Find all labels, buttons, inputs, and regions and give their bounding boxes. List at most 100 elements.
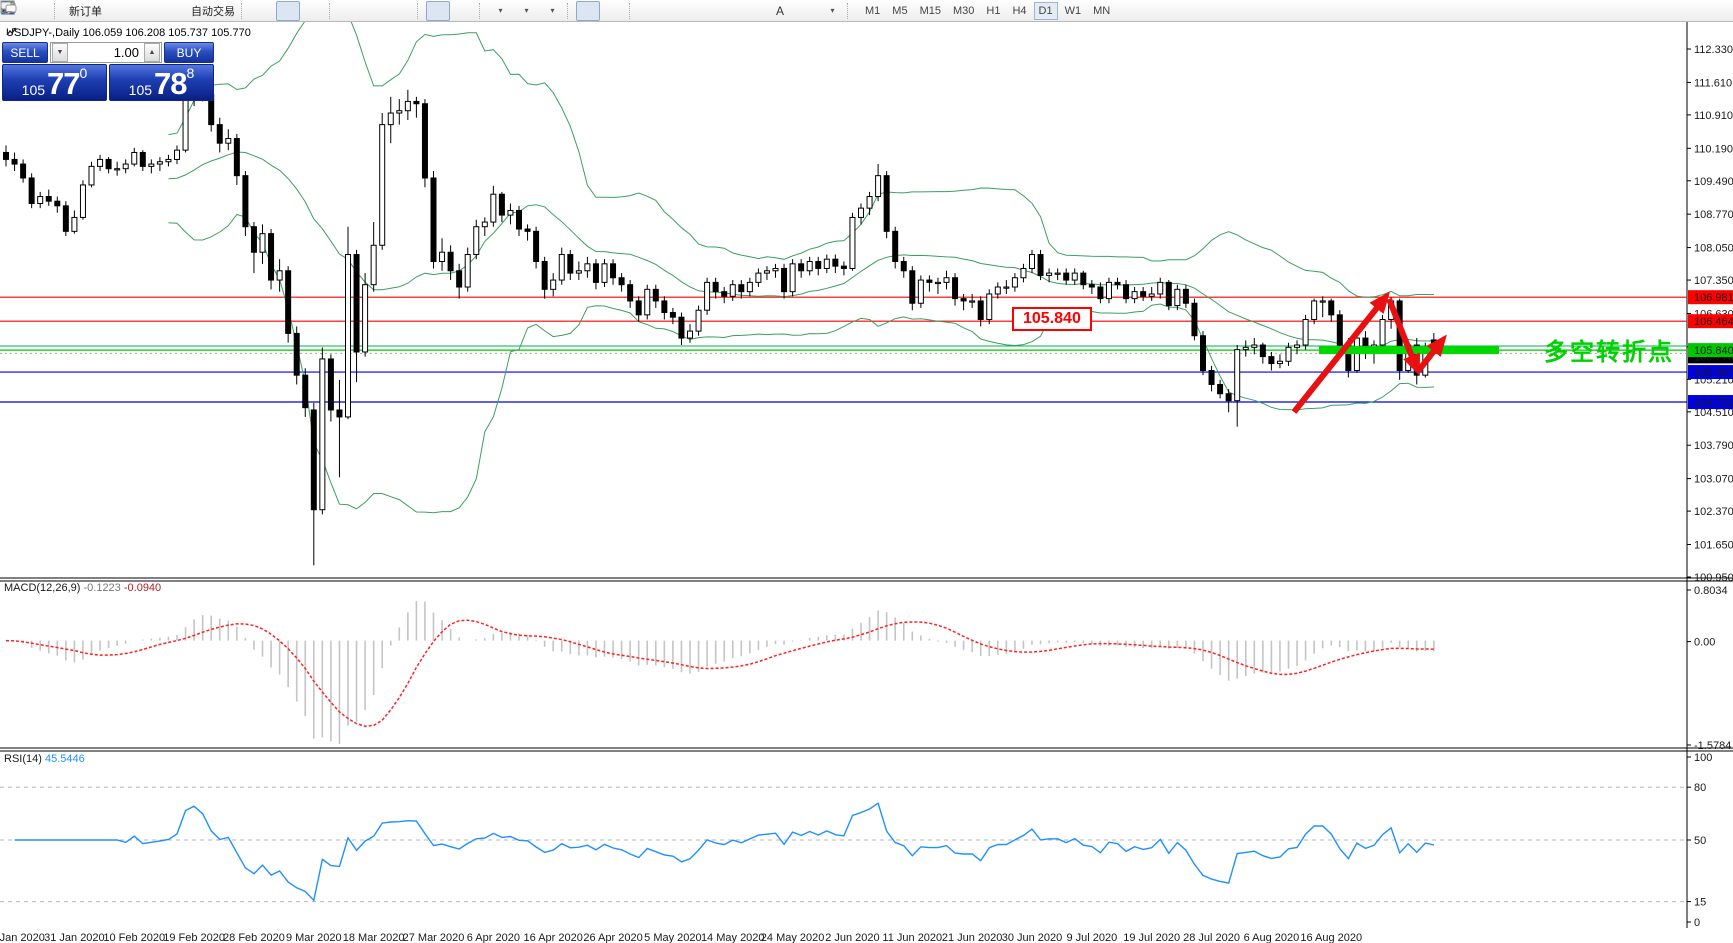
chart-profiles-button[interactable] bbox=[0, 0, 51, 21]
candle bbox=[516, 209, 522, 230]
mql-editor-button[interactable] bbox=[0, 0, 131, 21]
community-button[interactable] bbox=[0, 1, 157, 21]
timeframe-m1-button[interactable]: M1 bbox=[860, 2, 885, 20]
toolbar-separator bbox=[54, 2, 60, 19]
buy-button[interactable]: BUY bbox=[164, 42, 214, 63]
date-label: 31 Jan 2020 bbox=[44, 932, 105, 943]
chart-shift-button[interactable] bbox=[2, 1, 476, 21]
chart-window[interactable]: 112.330 111.610 110.910 110.190 109.490 108.7… bbox=[0, 22, 1733, 943]
candle bbox=[695, 309, 702, 332]
timeframe-m30-button[interactable]: M30 bbox=[948, 2, 979, 20]
indicators-button[interactable]: ▾ bbox=[0, 1, 512, 21]
svg-text:104.721: 104.721 bbox=[1694, 397, 1733, 409]
cursor-button[interactable] bbox=[3, 0, 600, 21]
candle bbox=[259, 233, 266, 253]
chat-button[interactable] bbox=[0, 1, 1723, 21]
volume-input[interactable]: 1.00 bbox=[69, 45, 143, 60]
toolbar-separator bbox=[629, 2, 635, 19]
signals-button[interactable] bbox=[1, 1, 183, 21]
timeframe-bar: M1 M5 M15 M30 H1 H4 D1 W1 MN bbox=[859, 1, 1116, 20]
turning-point-annotation[interactable]: 多空转折点 bbox=[1544, 332, 1674, 367]
timeframe-m15-button[interactable]: M15 bbox=[915, 2, 946, 20]
candle bbox=[806, 260, 813, 272]
candle bbox=[1071, 272, 1078, 281]
main-chart-canvas[interactable]: 112.330 111.610 110.910 110.190 109.490 108.7… bbox=[0, 22, 1733, 943]
candle bbox=[490, 193, 497, 223]
timeframe-h4-button[interactable]: H4 bbox=[1007, 2, 1031, 20]
candle bbox=[481, 221, 488, 228]
candle bbox=[721, 291, 728, 297]
buy-price-pips: 78 bbox=[154, 66, 187, 101]
date-label: 9 Mar 2020 bbox=[286, 932, 342, 943]
crosshair-button[interactable] bbox=[1, 1, 626, 21]
date-label: 14 May 2020 bbox=[701, 932, 765, 943]
periods-dropdown-arrow[interactable]: ▾ bbox=[524, 6, 528, 15]
candle bbox=[79, 184, 86, 218]
templates-button[interactable]: ▾ bbox=[0, 1, 564, 21]
timeframe-w1-button[interactable]: W1 bbox=[1060, 2, 1087, 20]
text-label-button[interactable]: T bbox=[0, 1, 818, 21]
date-label: 26 Apr 2020 bbox=[583, 932, 642, 943]
candle bbox=[1379, 318, 1386, 346]
macd-signal-value: -0.0940 bbox=[123, 582, 162, 594]
tile-windows-button[interactable] bbox=[1, 1, 414, 21]
axis-price-label: 106.981 bbox=[1688, 290, 1733, 305]
svg-text:106.464: 106.464 bbox=[1694, 316, 1733, 328]
candlestick-chart-button[interactable] bbox=[1, 0, 300, 21]
timeframe-mn-button[interactable]: MN bbox=[1088, 2, 1115, 20]
volume-increase-button[interactable]: ▲ bbox=[144, 43, 160, 62]
templates-dropdown-arrow[interactable]: ▾ bbox=[550, 6, 554, 15]
volume-decrease-button[interactable]: ▼ bbox=[52, 43, 68, 62]
zoom-in-button[interactable] bbox=[1, 1, 362, 21]
candle bbox=[3, 151, 9, 160]
candle bbox=[20, 163, 27, 179]
fibonacci-button[interactable]: F bbox=[1, 1, 766, 21]
new-order-button[interactable]: 新订单 bbox=[0, 0, 105, 21]
candle bbox=[387, 112, 394, 126]
arrows-dropdown-arrow[interactable]: ▾ bbox=[830, 6, 834, 15]
auto-scroll-button[interactable] bbox=[1, 0, 450, 21]
new-order-label: 新订单 bbox=[69, 5, 102, 18]
equidistant-channel-button[interactable]: E bbox=[0, 1, 740, 21]
buy-price-display[interactable]: 105 78 8 bbox=[109, 64, 214, 101]
trendline-button[interactable] bbox=[1, 1, 714, 21]
candle bbox=[1011, 277, 1018, 288]
zoom-out-button[interactable] bbox=[1, 1, 388, 21]
autotrading-button[interactable]: 自动交易 bbox=[0, 1, 238, 21]
timeframe-d1-button[interactable]: D1 bbox=[1033, 1, 1058, 20]
indicators-dropdown-arrow[interactable]: ▾ bbox=[498, 6, 502, 15]
candle bbox=[293, 332, 300, 376]
candle bbox=[1003, 286, 1010, 289]
date-label: 2 Jun 2020 bbox=[825, 932, 879, 943]
candle bbox=[45, 196, 52, 202]
candle bbox=[62, 205, 69, 232]
vertical-line-button[interactable] bbox=[4, 1, 662, 21]
timeframe-m5-button[interactable]: M5 bbox=[887, 2, 912, 20]
search-button[interactable] bbox=[1, 1, 1697, 21]
date-label: 27 Mar 2020 bbox=[403, 932, 465, 943]
candle bbox=[1276, 360, 1283, 365]
periods-button[interactable]: ▾ bbox=[1, 1, 538, 21]
timeframe-h1-button[interactable]: H1 bbox=[981, 2, 1005, 20]
sell-price-display[interactable]: 105 77 0 bbox=[2, 64, 107, 101]
candle bbox=[1140, 291, 1147, 297]
line-chart-button[interactable] bbox=[0, 1, 326, 21]
svg-text:-1.5784: -1.5784 bbox=[1694, 740, 1731, 752]
candle bbox=[1097, 286, 1104, 300]
horizontal-line-button[interactable] bbox=[1, 1, 688, 21]
candle bbox=[498, 193, 505, 216]
candle bbox=[1088, 284, 1095, 288]
toolbar-separator bbox=[241, 2, 247, 19]
candle bbox=[1114, 281, 1121, 286]
candle bbox=[994, 286, 1001, 295]
bar-chart-button[interactable] bbox=[1, 1, 274, 21]
candle bbox=[840, 265, 847, 269]
candle bbox=[781, 267, 788, 293]
price-level-annotation[interactable]: 105.840 bbox=[1012, 307, 1092, 331]
date-label: 19 Jul 2020 bbox=[1123, 932, 1180, 943]
candle bbox=[1063, 272, 1070, 281]
arrows-button[interactable]: ▾ bbox=[3, 1, 844, 21]
sell-button[interactable]: SELL bbox=[2, 42, 48, 63]
text-button[interactable]: A bbox=[768, 1, 792, 21]
candle bbox=[1225, 393, 1232, 402]
